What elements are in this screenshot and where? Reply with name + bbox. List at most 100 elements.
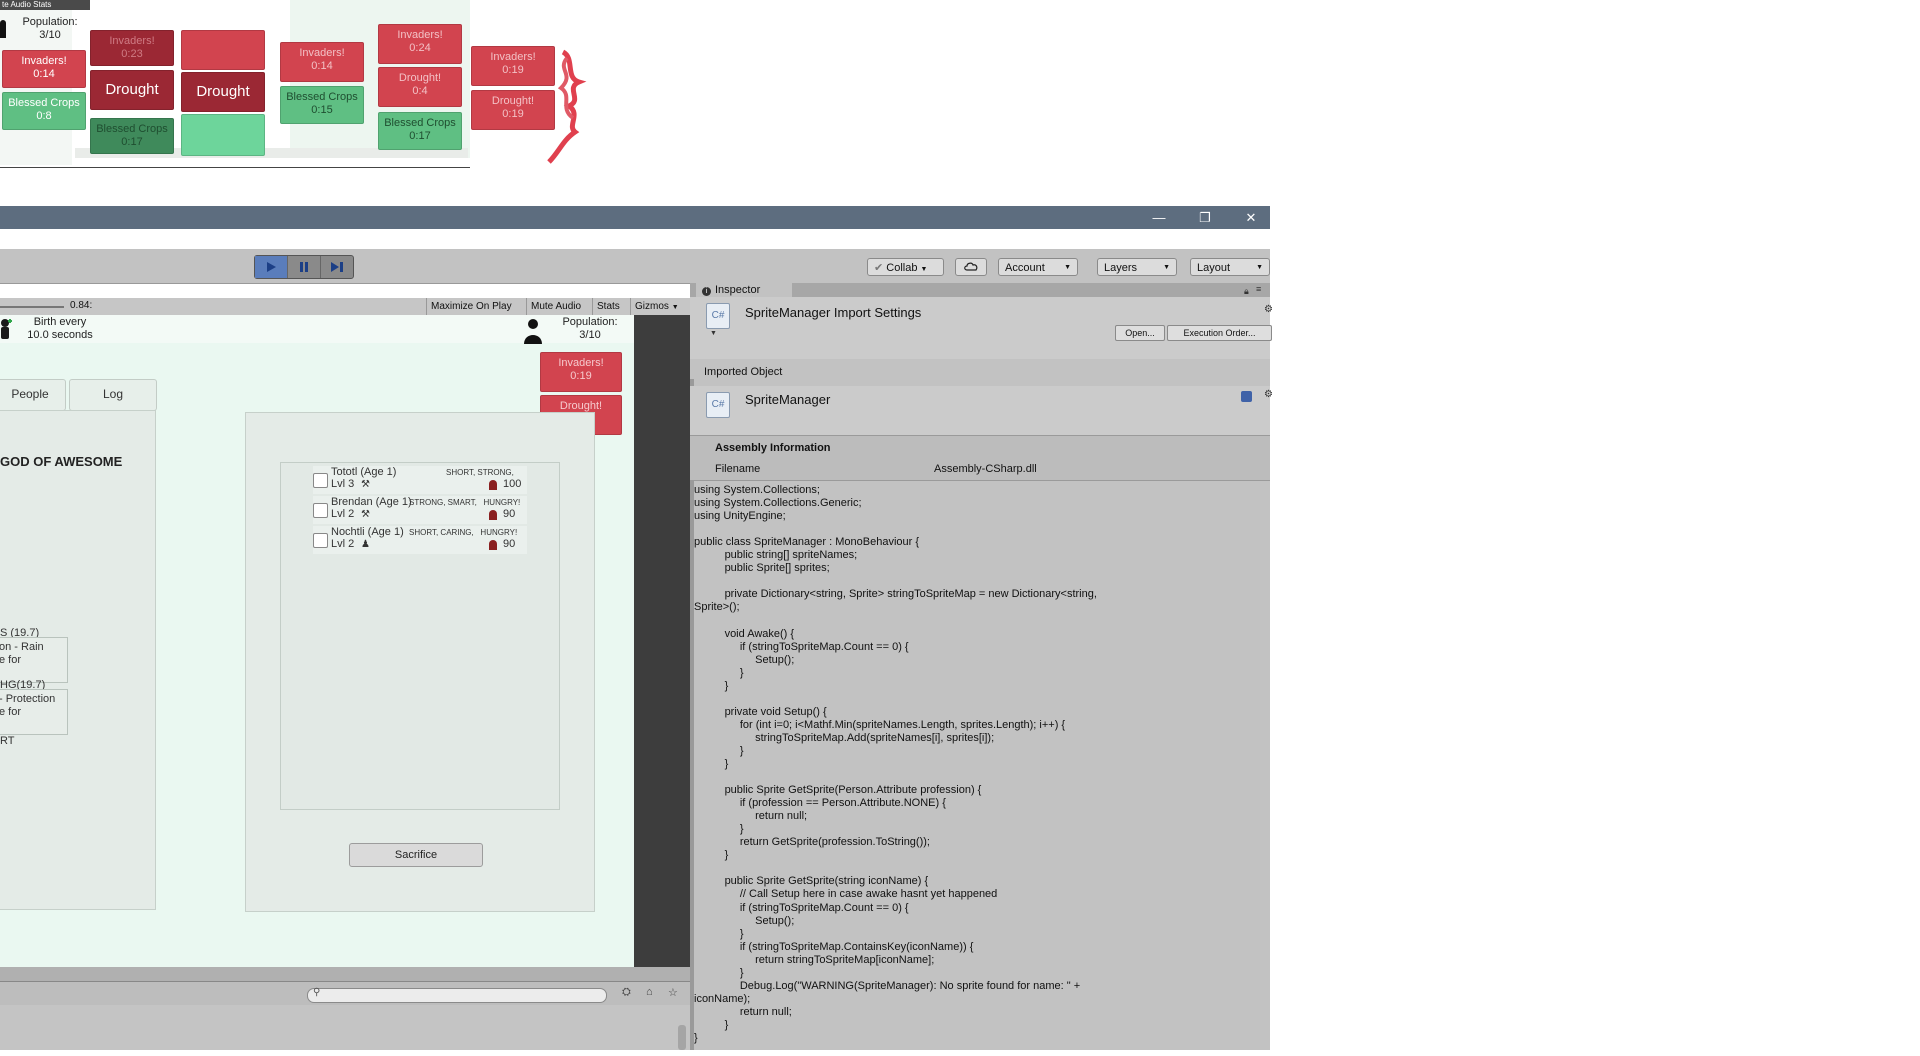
execution-order-button[interactable]: Execution Order... <box>1167 325 1272 341</box>
maximize-on-play-toggle[interactable]: Maximize On Play <box>426 298 516 315</box>
person-name: Nochtli (Age 1) <box>331 526 404 538</box>
strip-event-drought: Drought! 0:4 <box>378 67 462 107</box>
person-checkbox[interactable] <box>313 503 328 518</box>
gizmos-dropdown[interactable]: Gizmos ▼ <box>630 298 683 315</box>
person-level: Lvl 2 <box>331 508 355 520</box>
strip-divider <box>0 167 470 168</box>
play-button[interactable] <box>255 256 288 278</box>
person-row[interactable]: Brendan (Age 1) Lvl 2 ⚒ STRONG, SMART, H… <box>313 496 527 524</box>
person-value: 100 <box>503 478 522 490</box>
population-label: Population: <box>562 316 618 328</box>
blessing-1-line-2: e for <box>0 654 22 666</box>
open-button[interactable]: Open... <box>1115 325 1165 341</box>
strip-event-drought: Drought <box>90 70 174 110</box>
console-search-input[interactable]: ⚲ <box>307 987 607 1003</box>
person-traits: SHORT, STRONG, <box>446 468 514 477</box>
script-file-icon: C# <box>706 392 730 418</box>
close-button[interactable]: ✕ <box>1236 206 1266 229</box>
birth-rate: Birth every 10.0 seconds <box>20 316 100 342</box>
god-title: GOD OF AWESOME <box>0 454 123 469</box>
tab-log[interactable]: Log <box>69 379 157 411</box>
chevron-down-icon: ▼ <box>1163 264 1170 271</box>
pause-icon <box>300 262 308 272</box>
info-icon: i <box>702 287 711 296</box>
scale-slider[interactable] <box>0 306 64 308</box>
person-level: Lvl 2 <box>331 538 355 550</box>
birth-line-1: Birth every <box>33 316 87 328</box>
chevron-down-icon[interactable]: ▼ <box>710 330 717 337</box>
person-name: Brendan (Age 1) <box>331 496 412 508</box>
gear-icon[interactable]: ⚙ <box>1264 389 1273 400</box>
check-icon: ✔ <box>874 262 884 274</box>
blessing-2-line-2: e for <box>0 706 22 718</box>
game-view-toolbar <box>0 298 690 316</box>
red-scribble-mark <box>547 49 587 164</box>
layers-dropdown[interactable]: Layers ▼ <box>1097 258 1177 276</box>
hammer-icon: ⚒ <box>361 509 370 520</box>
strip-event-blessed-crops: Blessed Crops 0:8 <box>2 92 86 130</box>
chevron-down-icon: ▼ <box>920 266 928 273</box>
cloud-button[interactable] <box>955 258 987 276</box>
strip-population-value: 3/10 <box>39 29 61 41</box>
minimize-button[interactable]: — <box>1144 206 1174 229</box>
blessing-1-card[interactable]: on - Rain e for <box>0 637 68 683</box>
menu-icon[interactable]: ≡ <box>1256 284 1261 294</box>
person-traits: SHORT, CARING, HUNGRY! <box>409 528 518 537</box>
person-level: Lvl 3 <box>331 478 355 490</box>
account-dropdown[interactable]: Account ▼ <box>998 258 1078 276</box>
console-body <box>0 1005 690 1050</box>
imported-object-name: SpriteManager <box>745 392 831 407</box>
person-icon <box>489 540 497 550</box>
step-button[interactable] <box>321 256 353 278</box>
birth-icon <box>1 319 12 339</box>
cloud-icon <box>964 262 978 271</box>
star-icon[interactable]: ☆ <box>668 986 678 999</box>
person-row[interactable]: Nochtli (Age 1) Lvl 2 ♟ SHORT, CARING, H… <box>313 526 527 554</box>
imported-object-label: Imported Object <box>704 366 783 378</box>
stats-toggle[interactable]: Stats <box>592 298 624 315</box>
collab-dropdown[interactable]: ✔ Collab ▼ <box>867 258 944 276</box>
chevron-down-icon: ▼ <box>1064 264 1071 271</box>
lock-icon[interactable]: 🔒︎ <box>1244 286 1249 297</box>
person-name: Tototl (Age 1) <box>331 466 397 478</box>
population-value: 3/10 <box>579 329 601 341</box>
strip-event-blank-green <box>181 114 265 156</box>
person-value: 90 <box>503 538 516 550</box>
layers-label: Layers <box>1104 262 1138 274</box>
strip-event-invaders: Invaders! 0:14 <box>2 50 86 88</box>
playback-controls <box>254 255 354 279</box>
tab-people[interactable]: People <box>0 379 66 411</box>
person-value: 90 <box>503 508 516 520</box>
layout-label: Layout <box>1197 262 1231 274</box>
inspector-tab-label: Inspector <box>715 284 761 296</box>
blessing-2-card[interactable]: - Protection e for <box>0 689 68 735</box>
person-checkbox[interactable] <box>313 533 328 548</box>
assembly-info-label: Assembly Information <box>715 442 831 454</box>
gear-icon[interactable]: ⚙ <box>1264 304 1273 315</box>
console-header <box>0 967 690 981</box>
filter-icon[interactable]: ⛭ <box>622 986 631 999</box>
script-source-code: using System.Collections; using System.C… <box>694 484 1097 1044</box>
book-icon[interactable] <box>1241 391 1252 402</box>
person-row[interactable]: Tototl (Age 1) Lvl 3 ⚒ SHORT, STRONG, 10… <box>313 466 527 494</box>
pause-button[interactable] <box>288 256 321 278</box>
console-scrollbar[interactable] <box>678 1025 686 1050</box>
strip-event-blessed-crops: Blessed Crops 0:17 <box>90 118 174 154</box>
scale-value: 0.84: <box>70 300 93 311</box>
filename-label: Filename <box>715 463 761 475</box>
strip-event-blessed-crops: Blessed Crops 0:15 <box>280 86 364 124</box>
tab-inspector[interactable]: i Inspector <box>696 283 792 298</box>
menu-area <box>0 229 1270 249</box>
chevron-down-icon: ▼ <box>1256 264 1263 271</box>
population-display: Population: 3/10 <box>550 316 630 342</box>
person-icon <box>489 510 497 520</box>
tag-icon[interactable]: ⌂ <box>646 986 653 998</box>
sacrifice-button[interactable]: Sacrifice <box>349 843 483 867</box>
restore-button[interactable]: ❐ <box>1190 206 1220 229</box>
strip-population-label: Population: <box>22 16 78 28</box>
mute-audio-toggle[interactable]: Mute Audio <box>526 298 585 315</box>
person-checkbox[interactable] <box>313 473 328 488</box>
step-icon <box>331 262 343 272</box>
layout-dropdown[interactable]: Layout ▼ <box>1190 258 1270 276</box>
strip-person-icon <box>0 20 6 38</box>
